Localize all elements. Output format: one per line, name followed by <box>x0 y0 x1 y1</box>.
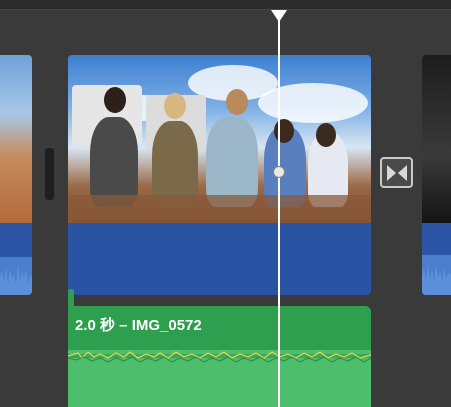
bowtie-transition-icon <box>386 164 407 181</box>
trim-handle[interactable] <box>45 148 54 200</box>
next-clip-thumbnail <box>422 55 451 223</box>
audio-waveform <box>68 351 371 363</box>
timeline-ruler[interactable] <box>0 0 451 10</box>
audio-clip-header: 2.0 秒 – IMG_0572 <box>68 306 371 350</box>
selected-video-clip[interactable] <box>68 55 371 295</box>
audio-clip-title: 2.0 秒 – IMG_0572 <box>75 317 202 334</box>
previous-clip-waveform <box>0 257 32 295</box>
previous-video-clip[interactable] <box>0 55 32 295</box>
next-clip-waveform <box>422 255 451 295</box>
video-clip-thumbnail <box>68 55 371 223</box>
transition-button[interactable] <box>380 157 413 188</box>
playhead-marker-icon[interactable] <box>271 10 287 22</box>
previous-clip-thumbnail <box>0 55 32 223</box>
audio-clip[interactable]: 2.0 秒 – IMG_0572 <box>68 306 371 407</box>
next-video-clip[interactable] <box>422 55 451 295</box>
playhead-knob[interactable] <box>273 166 285 178</box>
playhead[interactable] <box>278 11 280 407</box>
